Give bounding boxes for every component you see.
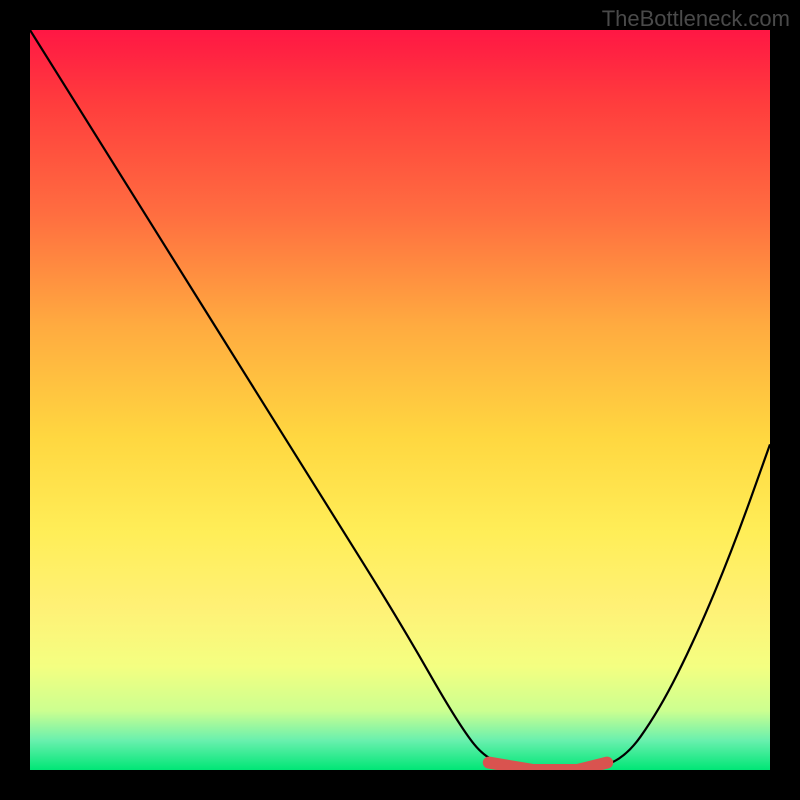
optimal-segment-path: [489, 763, 607, 770]
chart-svg-layer: [30, 30, 770, 770]
chart-plot-area: [30, 30, 770, 770]
bottleneck-curve-path: [30, 30, 770, 770]
watermark-text: TheBottleneck.com: [602, 6, 790, 32]
